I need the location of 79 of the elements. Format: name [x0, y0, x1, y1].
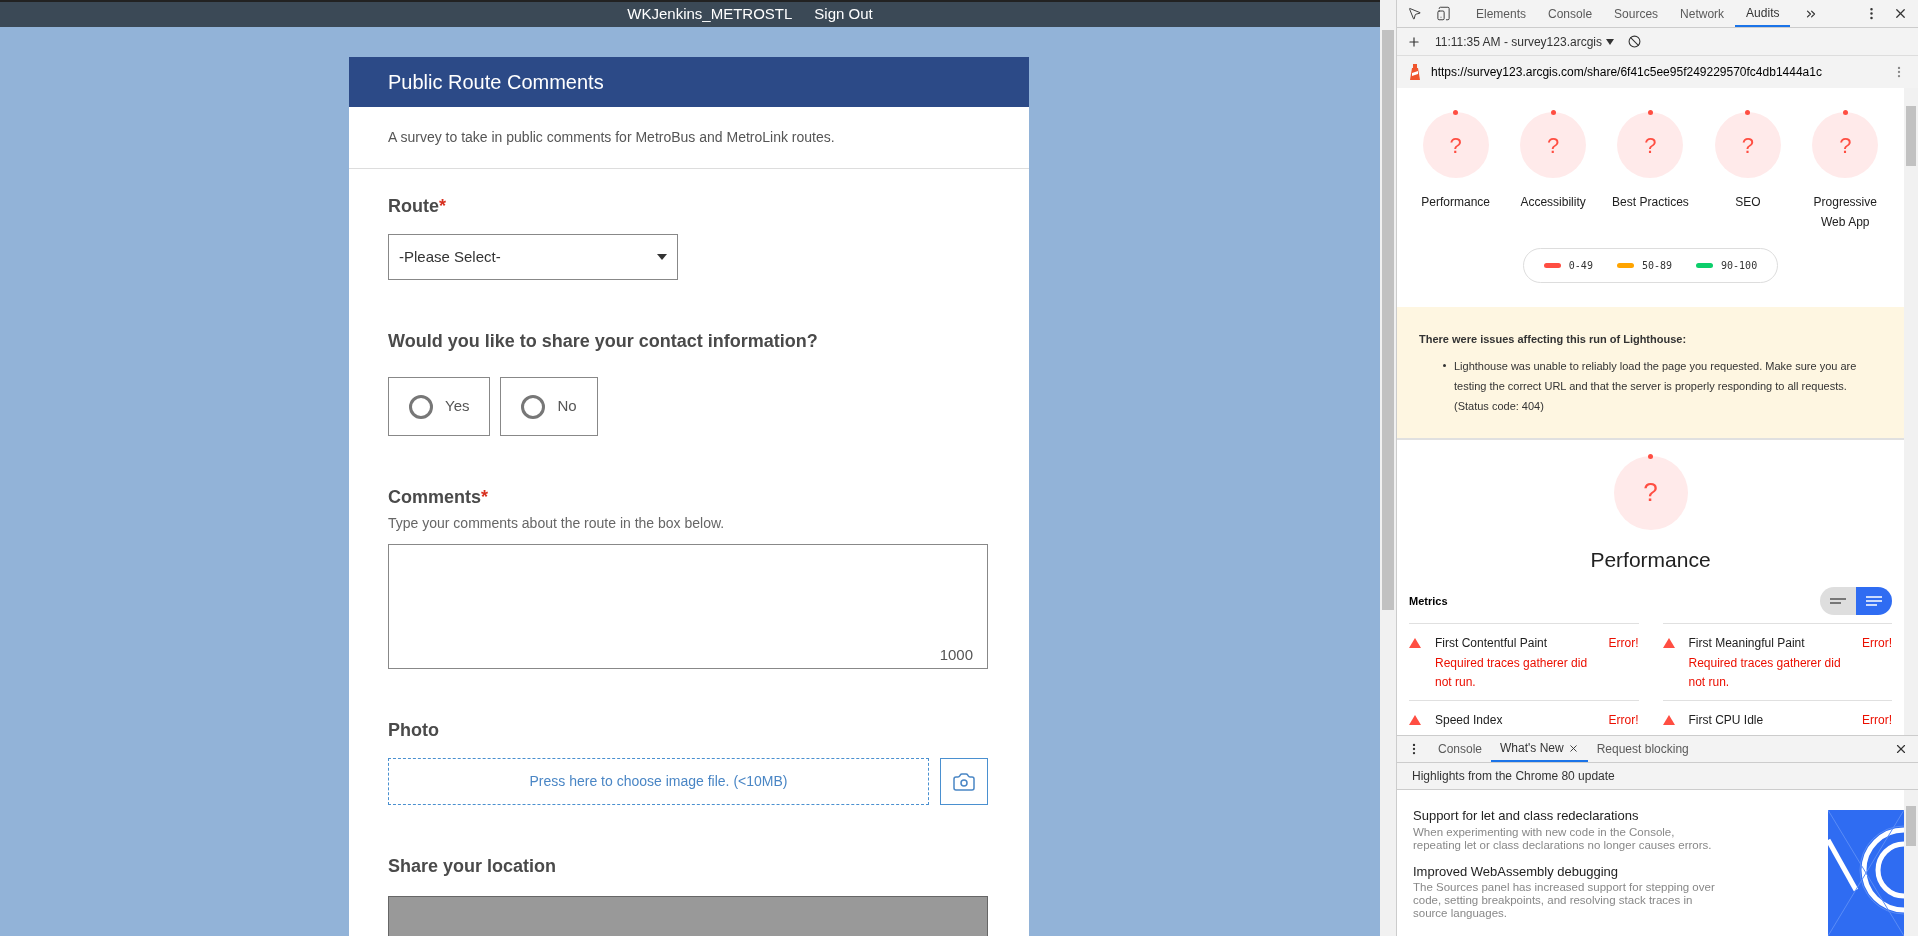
score-gauge: ?	[1520, 112, 1587, 178]
devtools-tab[interactable]: Elements	[1465, 0, 1538, 27]
question-label: Photo	[388, 719, 440, 742]
feature-description: When experimenting with new code in the Console, repeating let or class declarations no longer causes errors.	[1413, 825, 1713, 852]
survey-title: Public Route Comments	[349, 57, 1029, 107]
scrollbar[interactable]	[1904, 790, 1918, 936]
metric-name: First CPU Idle	[1688, 712, 1764, 729]
bullet-icon	[1443, 363, 1446, 367]
compact-lines-icon	[1830, 596, 1846, 606]
legend-label: 50-89	[1641, 259, 1673, 273]
warning-triangle-icon	[1662, 638, 1675, 648]
devtools-tab[interactable]: Console	[1537, 0, 1604, 27]
warning-title: There were issues affecting this run of Lighthouse:	[1419, 332, 1688, 347]
radio-option[interactable]: Yes	[388, 377, 491, 436]
score-gauge: ?	[1714, 112, 1781, 178]
metric-value: Error!	[1608, 712, 1639, 729]
scrollbar[interactable]	[1380, 0, 1396, 936]
metric-name: First Meaningful Paint	[1688, 635, 1805, 652]
survey-description: A survey to take in public comments for MetroBus and MetroLink routes.	[349, 107, 1029, 169]
category-label: SEO	[1735, 194, 1761, 211]
question-label: Comments*	[388, 486, 490, 509]
radio-option[interactable]: No	[500, 377, 598, 436]
feature-description: The Sources panel has increased support for stepping over code, setting breakpoints, and resolving stack traces in source languages.	[1413, 881, 1716, 920]
question-label: Route*	[388, 195, 447, 218]
metric-name: Speed Index	[1435, 712, 1503, 729]
devtools-tab[interactable]: Network	[1669, 0, 1736, 27]
legend-label: 90-100	[1721, 259, 1758, 273]
scrollbar[interactable]	[1904, 88, 1918, 735]
close-icon[interactable]	[1894, 742, 1908, 756]
feature-title: Improved WebAssembly debugging	[1413, 862, 1619, 881]
score-gauge: ?	[1422, 112, 1489, 178]
category-label: Performance	[1421, 194, 1491, 211]
section-title: Performance	[1590, 546, 1711, 573]
lighthouse-icon	[1409, 64, 1421, 80]
warning-triangle-icon	[1409, 715, 1421, 725]
metric-name: First Contentful Paint	[1435, 635, 1548, 652]
question-hint: Type your comments about the route in the box below.	[388, 514, 726, 533]
feature-title: Support for let and class redeclarations	[1413, 807, 1640, 825]
question-label: Share your location	[388, 855, 558, 878]
metrics-title: Metrics	[1409, 593, 1448, 609]
device-icon[interactable]	[1436, 6, 1451, 21]
category-label: Progressive Web App	[1812, 194, 1878, 231]
route-select[interactable]: -Please Select-	[388, 234, 678, 280]
metric-message: Required traces gatherer did not run.	[1688, 655, 1842, 691]
metric-message: Required traces gatherer did not run.	[1435, 655, 1589, 691]
clear-icon[interactable]	[1628, 35, 1641, 48]
comments-field[interactable]: 1000	[388, 544, 988, 669]
score-gauge: ?	[1617, 112, 1684, 178]
view-toggle[interactable]	[1820, 587, 1856, 615]
close-tab-icon[interactable]	[1567, 742, 1579, 754]
category-label: Best Practices	[1612, 194, 1689, 211]
score-gauge: ?	[1812, 112, 1879, 178]
drawer-subtitle: Highlights from the Chrome 80 update	[1397, 763, 1918, 790]
devtools-tab[interactable]: Sources	[1603, 0, 1670, 27]
character-counter: 1000	[939, 644, 973, 665]
camera-button[interactable]	[940, 758, 988, 805]
view-toggle[interactable]	[1856, 587, 1892, 615]
add-icon[interactable]	[1407, 34, 1421, 49]
metric-value: Error!	[1608, 635, 1639, 652]
legend-label: 0-49	[1568, 259, 1593, 273]
lines-icon	[1866, 596, 1882, 606]
inspect-icon[interactable]	[1407, 6, 1422, 21]
warning-triangle-icon	[1662, 715, 1675, 725]
warning-triangle-icon	[1409, 638, 1421, 648]
warning-text: Lighthouse was unable to reliably load the page you requested. Make sure you are testing the correct URL and that the server is properly responding to all requests. (Status code: 404)	[1454, 358, 1858, 414]
caret-icon	[1606, 38, 1614, 45]
drawer-tab[interactable]: Request blocking	[1587, 736, 1698, 762]
question-label: Would you like to share your contact information?	[388, 330, 819, 353]
caret-icon	[657, 254, 667, 260]
close-icon[interactable]	[1893, 6, 1908, 21]
metric-value: Error!	[1862, 712, 1892, 729]
metric-value: Error!	[1862, 635, 1892, 652]
sign-out-link[interactable]: Sign Out	[814, 3, 873, 26]
drawer-tab[interactable]: Console	[1429, 736, 1492, 762]
score-gauge: ?	[1613, 455, 1688, 530]
image-dropzone[interactable]: Press here to choose image file. (<10MB)	[388, 758, 929, 805]
user-name: WKJenkins_METROSTL	[627, 4, 793, 25]
audited-url: https://survey123.arcgis.com/share/6f41c5ee95f249229570fc4db1444a1c	[1431, 64, 1823, 81]
category-label: Accessibility	[1520, 194, 1586, 211]
